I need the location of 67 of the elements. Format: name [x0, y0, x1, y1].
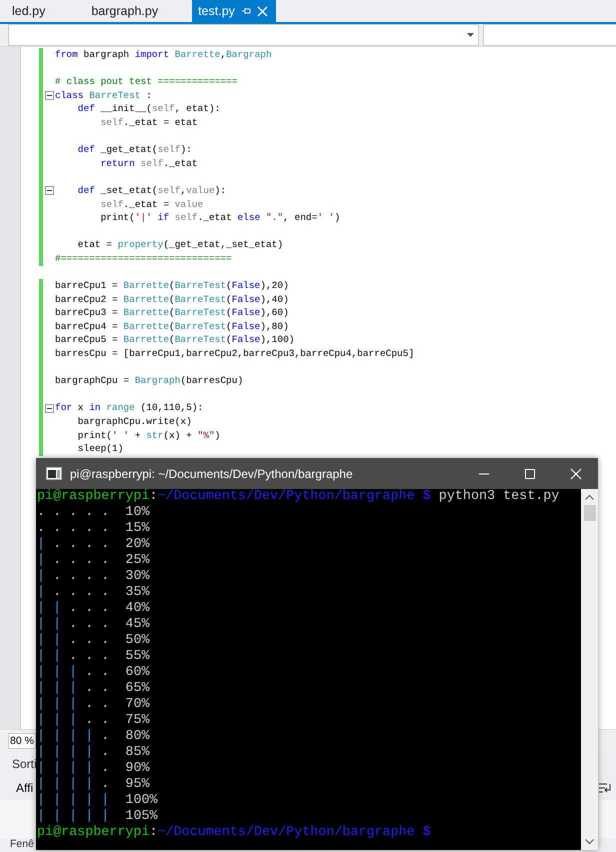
output-line: | | | . . 60% — [37, 665, 151, 681]
code-line: class BarreTest : — [55, 88, 152, 102]
code-line: def _get_etat(self): — [76, 143, 192, 157]
code-line: def __init__(self, etat): — [76, 102, 220, 116]
code-line: barreCpu1 = Barrette(BarreTest(False),20) — [55, 279, 289, 293]
code-line: self._etat = etat — [100, 116, 198, 130]
window-title: pi@raspberrypi: ~/Documents/Dev/Python/bargraphe — [70, 466, 354, 480]
output-line: | | . . . 40% — [37, 601, 151, 617]
code-line: self._etat = value — [100, 198, 204, 212]
pin-icon[interactable] — [240, 6, 251, 16]
collapse-icon[interactable] — [44, 186, 54, 196]
code-line: etat = property(_get_etat,_set_etat) — [76, 238, 284, 252]
close-icon[interactable] — [570, 468, 582, 480]
scrollbar[interactable] — [581, 489, 598, 850]
output-line: | . . . . 20% — [37, 537, 151, 553]
file-tab[interactable]: bargraph.py — [79, 0, 166, 22]
output-line: | | | | | 105% — [37, 809, 159, 825]
output-line: | | | | . 95% — [37, 777, 151, 793]
output-line: | . . . . 30% — [37, 569, 151, 585]
code-line: # class pout test ============== — [55, 75, 238, 89]
prompt-line: pi@raspberrypi:~/Documents/Dev/Python/bargraphe $ python3 test.py — [37, 489, 560, 505]
file-tab[interactable]: led.py — [0, 0, 54, 22]
panel-title: Sorti — [12, 757, 37, 771]
zoom-field[interactable]: 80 % — [8, 733, 36, 749]
code-line: from bargraph import Barrette,Bargraph — [55, 48, 272, 62]
output-line: | | | | . 80% — [37, 729, 151, 745]
scroll-up-icon[interactable] — [585, 494, 594, 500]
window-tab[interactable]: Fenê — [10, 838, 34, 850]
scroll-down-icon[interactable] — [585, 839, 594, 845]
code-line: print(' ' + str(x) + "%") — [76, 428, 220, 442]
word-wrap-icon[interactable] — [598, 781, 612, 795]
code-line: sleep(1) — [76, 442, 124, 456]
terminal-icon — [46, 467, 62, 480]
code-line: barreCpu5 = Barrette(BarreTest(False),100) — [55, 333, 294, 348]
code-line: barreCpu4 = Barrette(BarreTest(False),80) — [55, 320, 289, 334]
show-output-label: Affi — [16, 781, 34, 795]
code-line: barreCpu3 = Barrette(BarreTest(False),60) — [55, 306, 289, 320]
code-line: bargraphCpu = Bargraph(barresCpu) — [55, 374, 244, 388]
output-line: | | | . . 65% — [37, 681, 151, 697]
output-line: | | | | . 85% — [37, 745, 151, 761]
code-line: return self._etat — [100, 156, 198, 170]
scroll-thumb[interactable] — [584, 505, 596, 521]
output-line: . . . . . 10% — [37, 505, 151, 521]
output-line: . . . . . 15% — [37, 521, 151, 537]
code-line: def _set_etat(self,value): — [76, 184, 226, 198]
collapse-icon[interactable] — [44, 91, 54, 100]
output-line: | | | | | 100% — [37, 793, 159, 809]
code-line: barreCpu2 = Barrette(BarreTest(False),40) — [55, 292, 289, 306]
output-line: | | | . . 75% — [37, 713, 151, 729]
code-line: barresCpu = [barreCpu1,barreCpu2,barreCpu3,barreCpu4,barreCpu5] — [55, 347, 414, 361]
output-line: | | | | . 90% — [37, 761, 151, 777]
output-line: | . . . . 25% — [37, 553, 151, 569]
output-line: | | | . . 70% — [37, 697, 151, 713]
output-line: | | . . . 50% — [37, 633, 151, 649]
code-line: bargraphCpu.write(x) — [76, 415, 192, 429]
code-line: #============================== — [55, 252, 232, 266]
maximize-icon[interactable] — [524, 468, 536, 480]
output-line: | | . . . 55% — [37, 649, 151, 665]
output-line: | | . . . 45% — [37, 617, 151, 633]
file-tab[interactable]: test.py — [192, 0, 276, 22]
code-line: for x in range (10,110,5): — [55, 401, 204, 416]
collapse-icon[interactable] — [44, 404, 54, 413]
caret-icon — [467, 33, 474, 37]
output-line: | . . . . 35% — [37, 585, 151, 601]
code-line: print('|' if self._etat else ".", end=' ') — [100, 211, 340, 225]
close-icon[interactable] — [256, 6, 268, 16]
prompt-line: pi@raspberrypi:~/Documents/Dev/Python/bargraphe $ — [37, 825, 432, 841]
